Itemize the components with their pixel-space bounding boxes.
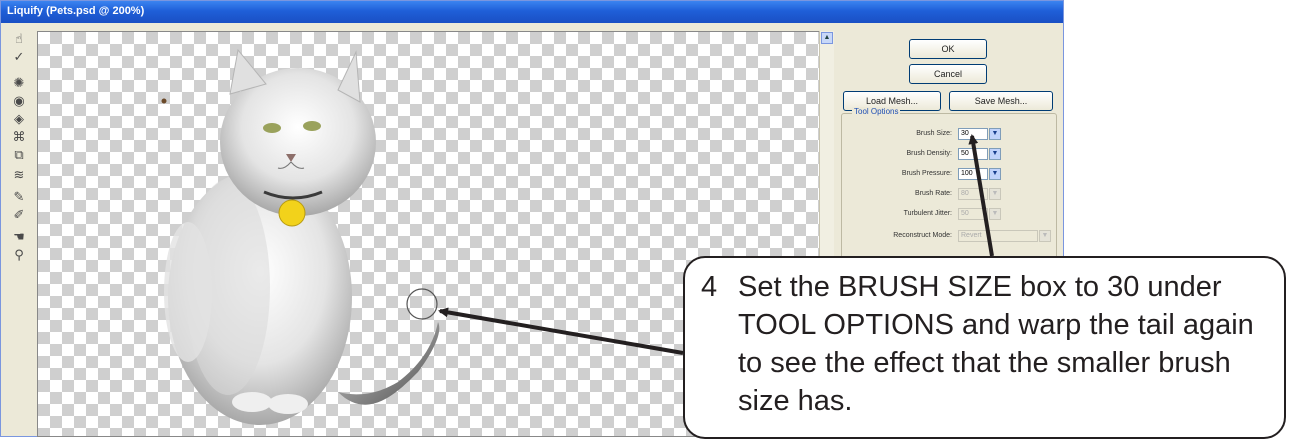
- annotation-arrows: [438, 134, 994, 355]
- arrow-to-brush-size: [968, 134, 994, 257]
- arrow-to-tail: [438, 307, 684, 355]
